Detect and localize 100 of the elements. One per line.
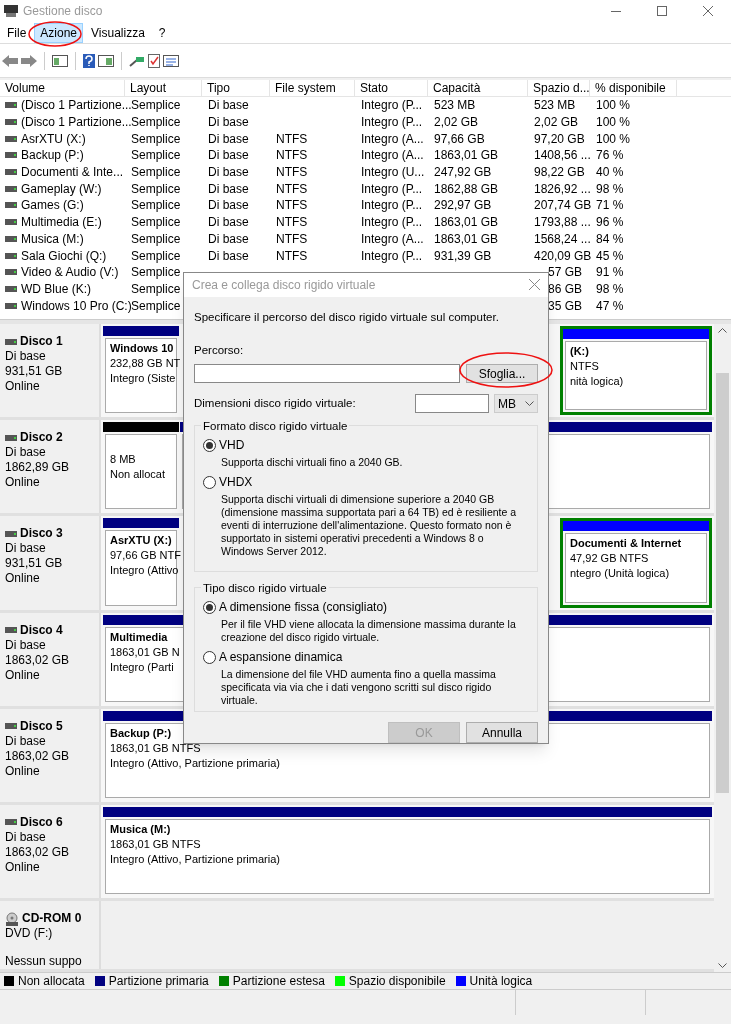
- table-cell-text: 523 MB: [434, 97, 476, 115]
- drive-icon: [5, 135, 17, 142]
- table-cell-text: Semplice: [131, 114, 181, 132]
- column-header[interactable]: Spazio d...: [528, 80, 590, 96]
- caret-icon: [525, 401, 534, 406]
- column-header[interactable]: File system: [270, 80, 355, 96]
- partition-title: Multimedia: [110, 629, 168, 645]
- table-cell-text: Semplice: [131, 214, 181, 232]
- table-cell-text: 86 GB: [547, 280, 582, 298]
- table-cell-text: Di base: [208, 147, 249, 165]
- table-cell-text: Integro (P...: [361, 180, 423, 198]
- partition-block[interactable]: (K:) NTFS nità logica): [560, 326, 712, 416]
- table-cell-text: 84 %: [596, 230, 624, 248]
- table-cell-text: AsrXTU (X:): [21, 130, 86, 148]
- app-icon: [4, 5, 18, 17]
- radio-button[interactable]: [203, 600, 216, 614]
- table-cell-text: Semplice: [131, 180, 181, 198]
- table-cell-text: Semplice: [131, 247, 181, 265]
- size-field[interactable]: [415, 394, 489, 413]
- radio-button[interactable]: [203, 475, 216, 489]
- plug-icon[interactable]: [129, 54, 145, 67]
- drive-icon: [5, 119, 17, 126]
- table-cell-text: Integro (A...: [361, 230, 424, 248]
- table-cell-text: Di base: [208, 180, 249, 198]
- table-cell-text: 931,39 GB: [434, 247, 492, 265]
- disk-info: 1863,02 GB: [5, 748, 71, 764]
- table-cell-text: Semplice: [131, 280, 181, 298]
- column-header[interactable]: Tipo: [202, 80, 270, 96]
- table-cell-text: NTFS: [276, 214, 308, 232]
- table-cell-text: Integro (P...: [361, 197, 423, 215]
- disk-info: 931,51 GB: [5, 556, 64, 572]
- column-header[interactable]: Layout: [125, 80, 202, 96]
- help-icon[interactable]: [83, 53, 95, 68]
- checklist-icon[interactable]: [148, 53, 160, 68]
- menu-item[interactable]: ?: [152, 22, 172, 43]
- disk-info: Di base: [5, 733, 47, 749]
- scroll-down-icon[interactable]: [718, 963, 727, 968]
- column-header[interactable]: Stato: [355, 80, 428, 96]
- drive-icon: [5, 285, 17, 292]
- browse-button[interactable]: Sfoglia...: [466, 364, 538, 383]
- table-cell-text: 96 %: [596, 214, 624, 232]
- disk-info: 1862,89 GB: [5, 460, 71, 476]
- table-cell-text: Multimedia (E:): [21, 214, 102, 232]
- partition-info: 47,92 GB NTFS: [570, 551, 649, 567]
- console-icon[interactable]: [98, 54, 114, 67]
- table-cell-text: Di base: [208, 214, 249, 232]
- disk-info: Di base: [5, 541, 47, 557]
- disk-name: Disco 6: [20, 814, 63, 830]
- disk-info: Di base: [5, 349, 47, 364]
- dialog-button[interactable]: Annulla: [466, 722, 538, 743]
- back-arrow-icon[interactable]: [2, 54, 18, 67]
- forward-arrow-icon[interactable]: [21, 54, 37, 67]
- table-cell-text: Semplice: [131, 197, 181, 215]
- disk-info: Online: [5, 379, 41, 394]
- scroll-up-icon[interactable]: [718, 328, 727, 333]
- disk-info: Online: [5, 475, 41, 491]
- path-field[interactable]: [194, 364, 460, 383]
- table-cell-text: Windows 10 Pro (C:): [21, 297, 132, 315]
- partition-info: 1863,01 GB NTFS: [110, 740, 201, 756]
- list-icon[interactable]: [163, 54, 179, 67]
- radio-label: A espansione dinamica: [219, 649, 343, 666]
- disk-info: Online: [5, 667, 41, 683]
- disk-info: Online: [5, 859, 41, 875]
- partition-info: 97,66 GB NTF: [110, 548, 181, 564]
- menu-item[interactable]: Visualizza: [85, 22, 151, 43]
- table-cell-text: Semplice: [131, 264, 181, 282]
- disk-info: Nessun suppo: [5, 954, 83, 970]
- unit-dropdown[interactable]: MB: [494, 394, 538, 413]
- partition-title: Documenti & Internet: [570, 536, 682, 552]
- table-cell-text: Integro (U...: [361, 164, 425, 182]
- partition-title: AsrXTU (X:): [110, 533, 172, 549]
- radio-button[interactable]: [203, 650, 216, 664]
- table-cell-text: 1863,01 GB: [434, 214, 499, 232]
- scroll-thumb[interactable]: [716, 373, 729, 793]
- close-icon[interactable]: [529, 279, 540, 291]
- partition-info: Integro (Attivo, Partizione primaria): [110, 755, 280, 771]
- table-cell-text: Di base: [208, 164, 249, 182]
- option-description: Supporta dischi virtuali di dimensione superiore a 2040 GB (dimensione massima supportata pari a 64 TB) ed è resiliente a eventi di interruzione dell'alimentazione. Questo formato non è supportato in sistemi operativi precedenti a Windows 8 o Windows Server 2012.: [220, 492, 518, 559]
- panel-icon[interactable]: [52, 54, 68, 67]
- column-header[interactable]: Volume: [0, 80, 125, 96]
- table-cell-text: Video & Audio (V:): [21, 264, 119, 282]
- table-cell-text: 71 %: [596, 197, 624, 215]
- partition-info: Integro (Attivo: [110, 563, 179, 579]
- table-cell-text: NTFS: [276, 230, 308, 248]
- radio-button[interactable]: [203, 438, 216, 452]
- menu-item[interactable]: File: [1, 22, 33, 43]
- table-cell-text: Games (G:): [21, 197, 84, 215]
- drive-icon: [5, 530, 17, 537]
- disk-info: 931,51 GB: [5, 364, 64, 379]
- table-cell-text: Di base: [208, 230, 249, 248]
- drive-icon: [5, 185, 17, 192]
- column-header[interactable]: % disponibile: [590, 80, 677, 96]
- column-header[interactable]: Capacità: [428, 80, 528, 96]
- partition-title: Windows 10: [110, 341, 174, 356]
- table-cell-text: 47 %: [596, 297, 624, 315]
- table-cell-text: 97,20 GB: [534, 130, 585, 148]
- drive-icon: [5, 627, 17, 633]
- partition-block[interactable]: Documenti & Internet 47,92 GB NTFS ntegro (Unità logica): [560, 518, 712, 608]
- table-cell-text: Musica (M:): [21, 230, 84, 248]
- radio-label: VHD: [219, 437, 245, 454]
